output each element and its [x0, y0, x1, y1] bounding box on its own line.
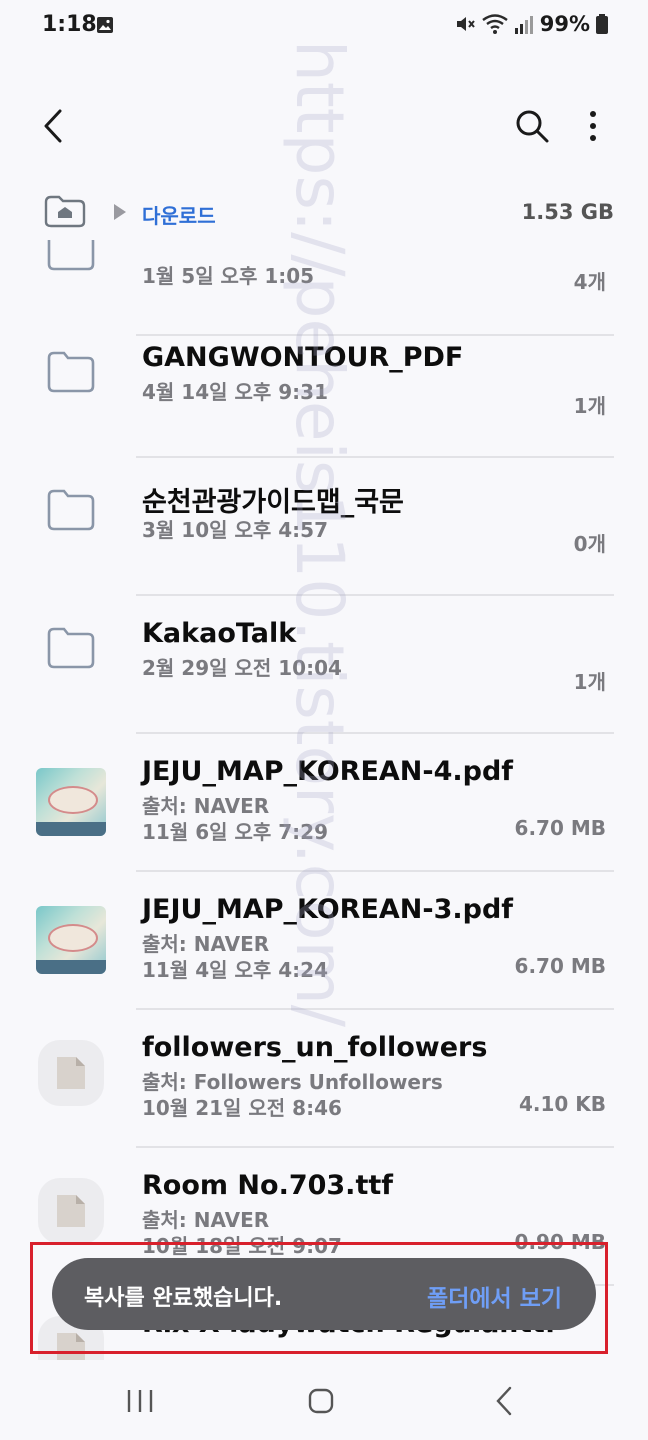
list-item[interactable]: JEJU_MAP_KOREAN-4.pdf 출처: NAVER 11월 6일 오… [0, 734, 648, 872]
item-date: 10월 21일 오전 8:46 [142, 1096, 342, 1120]
item-date: 4월 14일 오후 9:31 [142, 380, 328, 404]
list-item[interactable]: GANGWONTOUR_PDF 4월 14일 오후 9:31 1개 [0, 320, 648, 458]
folder-icon [47, 240, 95, 271]
folder-icon [47, 627, 95, 669]
battery-icon [596, 14, 608, 34]
item-source: 출처: Followers Unfollowers [142, 1070, 443, 1094]
gallery-notification-icon [97, 17, 113, 33]
mute-icon [456, 17, 475, 31]
wifi-icon [482, 14, 508, 34]
app-bar [0, 90, 648, 170]
status-time: 1:18 [42, 12, 97, 37]
battery-percent: 99% [539, 12, 590, 36]
recent-apps-icon[interactable] [126, 1388, 154, 1414]
list-item[interactable]: KakaoTalk 2월 29일 오전 10:04 1개 [0, 596, 648, 734]
item-source: 출처: NAVER [142, 794, 270, 818]
home-button-icon[interactable] [308, 1388, 334, 1414]
storage-size: 1.53 GB [521, 200, 614, 224]
list-item[interactable]: JEJU_MAP_KOREAN-3.pdf 출처: NAVER 11월 4일 오… [0, 872, 648, 1010]
highlight-box [30, 1242, 608, 1354]
pdf-thumbnail [36, 906, 106, 974]
item-size: 4.10 KB [518, 1092, 606, 1116]
item-date: 11월 4일 오후 4:24 [142, 958, 328, 982]
item-source: 출처: NAVER [142, 932, 270, 956]
breadcrumb: 다운로드 1.53 GB [0, 188, 648, 236]
status-icons: 99% [454, 12, 608, 36]
folder-icon [47, 489, 95, 531]
item-date: 1월 5일 오후 1:05 [142, 264, 315, 288]
item-date: 11월 6일 오후 7:29 [142, 820, 328, 844]
pdf-thumbnail [36, 768, 106, 836]
item-name: followers_un_followers [142, 1032, 488, 1063]
status-bar: 1:18 99% [0, 0, 648, 52]
item-date: 3월 10일 오후 4:57 [142, 518, 328, 542]
item-name: JEJU_MAP_KOREAN-4.pdf [142, 756, 514, 787]
item-count: 0개 [573, 532, 606, 556]
back-arrow-icon[interactable] [36, 108, 72, 144]
item-date: 2월 29일 오전 10:04 [142, 656, 342, 680]
folder-icon [47, 351, 95, 393]
item-size: 6.70 MB [514, 954, 606, 978]
search-icon[interactable] [514, 108, 550, 144]
item-count: 1개 [573, 394, 606, 418]
signal-icon [514, 16, 533, 34]
breadcrumb-current-folder[interactable]: 다운로드 [142, 200, 216, 229]
item-name: Room No.703.ttf [142, 1170, 394, 1201]
system-navigation-bar [0, 1360, 648, 1440]
list-item[interactable]: 순천관광가이드맵_국문 3월 10일 오후 4:57 0개 [0, 458, 648, 596]
storage-home-icon[interactable] [44, 194, 86, 228]
item-size: 6.70 MB [514, 816, 606, 840]
item-name: JEJU_MAP_KOREAN-3.pdf [142, 894, 514, 925]
item-count: 4개 [573, 270, 606, 294]
breadcrumb-arrow-icon [114, 204, 126, 220]
item-name: KakaoTalk [142, 618, 297, 649]
item-count: 1개 [573, 670, 606, 694]
more-options-icon[interactable] [580, 108, 606, 144]
item-source: 출처: NAVER [142, 1208, 270, 1232]
nav-back-icon[interactable] [494, 1386, 514, 1416]
file-icon [38, 1040, 104, 1106]
list-item[interactable]: followers_un_followers 출처: Followers Unf… [0, 1010, 648, 1148]
item-name: GANGWONTOUR_PDF [142, 342, 464, 373]
file-icon [38, 1178, 104, 1244]
file-list[interactable]: 1월 5일 오후 1:05 4개 GANGWONTOUR_PDF 4월 14일 … [0, 240, 648, 1370]
